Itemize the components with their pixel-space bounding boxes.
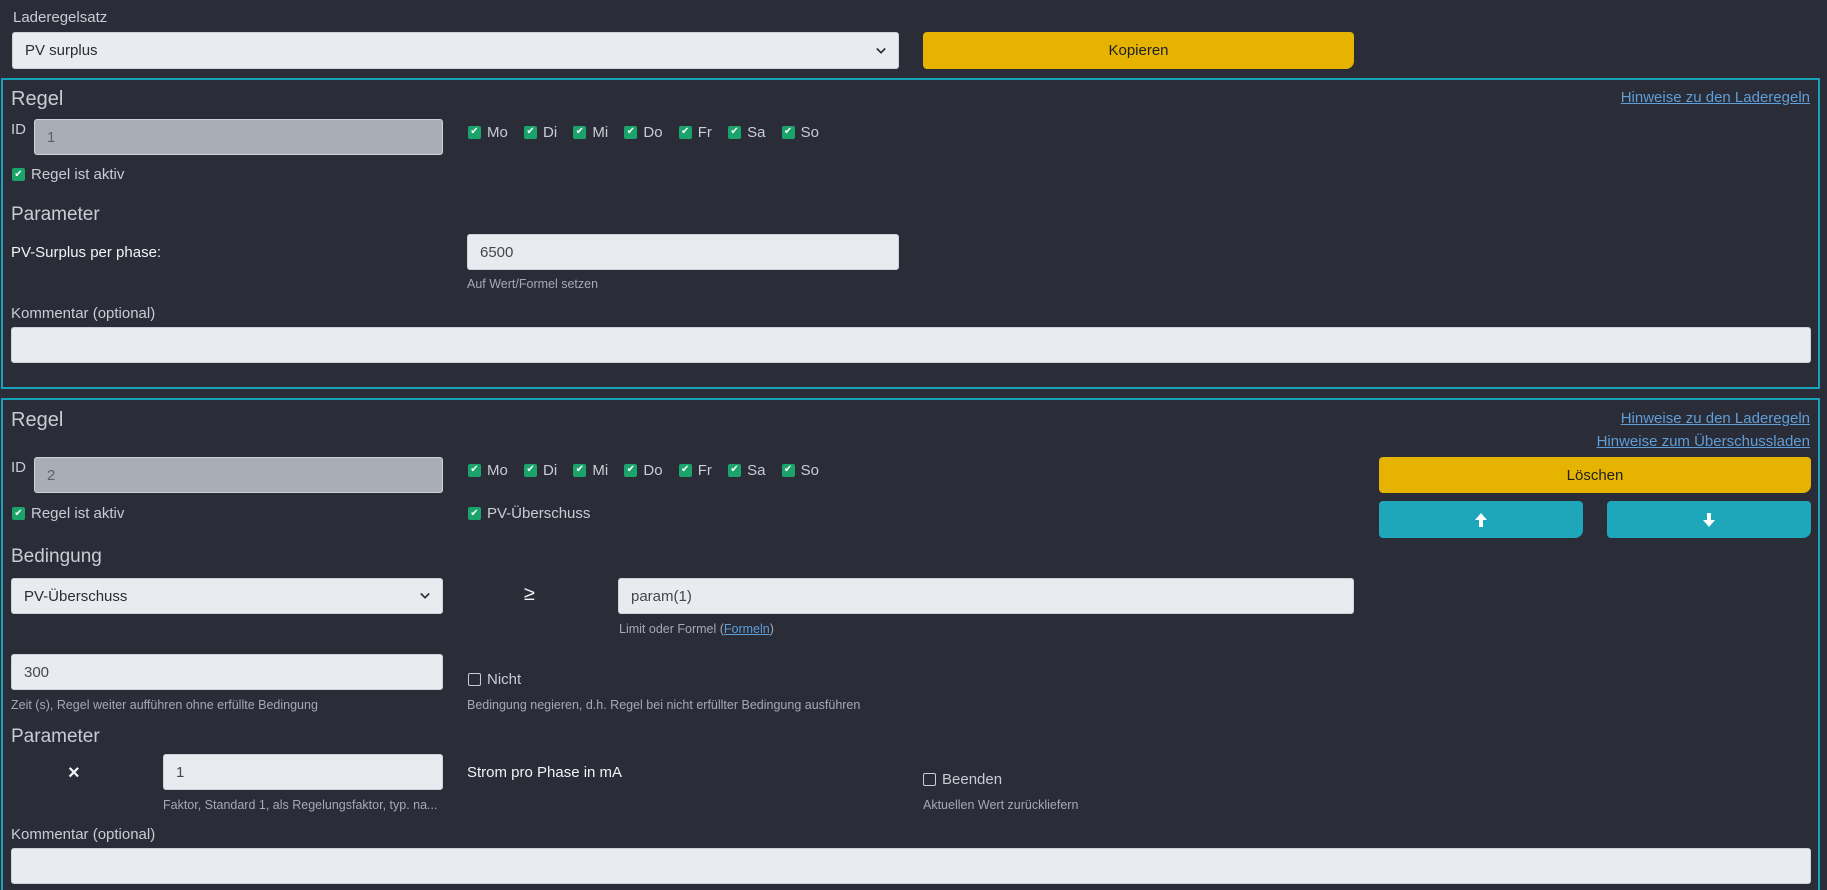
chevron-down-icon	[420, 592, 430, 599]
checkbox-checked-icon	[468, 463, 481, 477]
rule1-id-input[interactable]: 1	[34, 119, 443, 155]
checkbox-checked-icon	[573, 463, 587, 477]
rule1-help-link[interactable]: Hinweise zu den Laderegeln	[1621, 89, 1810, 106]
rule2-comment-input[interactable]	[11, 848, 1811, 884]
arrow-down-icon	[1703, 512, 1715, 527]
factor-input[interactable]: 1	[163, 754, 443, 790]
checkbox-unchecked-icon	[923, 773, 936, 786]
condition-select[interactable]: PV-Überschuss	[11, 578, 443, 614]
checkbox-checked-icon	[781, 463, 795, 477]
not-checkbox[interactable]: Nicht	[468, 671, 521, 688]
checkbox-checked-icon	[624, 125, 638, 139]
not-help: Bedingung negieren, d.h. Regel bei nicht…	[467, 698, 861, 712]
checkbox-checked-icon	[573, 125, 587, 139]
rule1-active-checkbox[interactable]: Regel ist aktiv	[12, 166, 124, 183]
rule1-title: Regel	[11, 88, 64, 110]
rule2-params-title: Parameter	[11, 726, 100, 747]
rule1-days: Mo Di Mi Do Fr Sa So	[468, 121, 831, 141]
checkbox-checked-icon	[468, 125, 481, 139]
multiply-icon: ×	[68, 762, 80, 784]
checkbox-checked-icon	[624, 463, 638, 477]
checkbox-checked-icon	[678, 125, 692, 139]
day-checkbox-fr[interactable]: Fr	[678, 462, 712, 479]
checkbox-checked-icon	[12, 168, 25, 181]
checkbox-checked-icon	[468, 507, 481, 520]
rule1-comment-input[interactable]	[11, 327, 1811, 363]
operator-symbol: ≥	[524, 583, 535, 605]
day-checkbox-mi[interactable]: Mi	[573, 124, 608, 141]
arrow-up-icon	[1475, 512, 1487, 527]
current-label: Strom pro Phase in mA	[467, 764, 623, 781]
checkbox-checked-icon	[12, 507, 25, 520]
condition-value-input[interactable]: param(1)	[618, 578, 1354, 614]
rule2-comment-label: Kommentar (optional)	[11, 826, 156, 843]
rule2-help-link[interactable]: Hinweise zu den Laderegeln	[1621, 410, 1810, 427]
day-checkbox-so[interactable]: So	[781, 462, 819, 479]
rule2-condition-title: Bedingung	[11, 546, 102, 567]
rule2-id-input[interactable]: 2	[34, 457, 443, 493]
day-checkbox-do[interactable]: Do	[624, 462, 663, 479]
rule1-param-label: PV-Surplus per phase:	[11, 244, 162, 261]
end-checkbox[interactable]: Beenden	[923, 771, 1002, 788]
day-checkbox-fr[interactable]: Fr	[678, 124, 712, 141]
time-help: Zeit (s), Regel weiter aufführen ohne er…	[11, 698, 318, 712]
ruleset-selected: PV surplus	[25, 42, 98, 59]
rule2-surplus-help-link[interactable]: Hinweise zum Überschussladen	[1597, 433, 1810, 450]
rule1-id-label: ID	[11, 121, 26, 138]
day-checkbox-mo[interactable]: Mo	[468, 462, 508, 479]
ruleset-select[interactable]: PV surplus	[12, 32, 899, 69]
rule1-id-value: 1	[47, 128, 56, 146]
time-input[interactable]: 300	[11, 654, 443, 690]
rule2-days: Mo Di Mi Do Fr Sa So	[468, 459, 831, 479]
day-checkbox-mi[interactable]: Mi	[573, 462, 608, 479]
copy-button[interactable]: Kopieren	[923, 32, 1354, 69]
factor-help: Faktor, Standard 1, als Regelungsfaktor,…	[163, 798, 438, 812]
move-up-button[interactable]	[1379, 501, 1583, 538]
rule2-title: Regel	[11, 409, 64, 431]
formulas-link[interactable]: Formeln	[724, 622, 770, 636]
end-help: Aktuellen Wert zurückliefern	[923, 798, 1079, 812]
checkbox-checked-icon	[678, 463, 692, 477]
day-checkbox-so[interactable]: So	[781, 124, 819, 141]
day-checkbox-do[interactable]: Do	[624, 124, 663, 141]
rule1-comment-label: Kommentar (optional)	[11, 305, 156, 322]
day-checkbox-sa[interactable]: Sa	[728, 124, 765, 141]
rule1-params-title: Parameter	[11, 204, 100, 225]
day-checkbox-di[interactable]: Di	[524, 462, 557, 479]
checkbox-checked-icon	[728, 125, 742, 139]
chevron-down-icon	[876, 47, 886, 54]
condition-help: Limit oder Formel (Formeln)	[619, 622, 774, 636]
day-checkbox-sa[interactable]: Sa	[728, 462, 765, 479]
checkbox-checked-icon	[524, 125, 538, 139]
checkbox-checked-icon	[728, 463, 742, 477]
checkbox-checked-icon	[781, 125, 795, 139]
delete-button[interactable]: Löschen	[1379, 457, 1811, 493]
rule2-active-checkbox[interactable]: Regel ist aktiv	[12, 505, 124, 522]
move-down-button[interactable]	[1607, 501, 1811, 538]
rule2-id-label: ID	[11, 459, 26, 476]
ruleset-label: Laderegelsatz	[13, 9, 108, 26]
rule1-param-input[interactable]: 6500	[467, 234, 899, 270]
checkbox-checked-icon	[524, 463, 538, 477]
day-checkbox-di[interactable]: Di	[524, 124, 557, 141]
checkbox-unchecked-icon	[468, 673, 481, 686]
rule1-param-help: Auf Wert/Formel setzen	[467, 277, 599, 291]
day-checkbox-mo[interactable]: Mo	[468, 124, 508, 141]
rule2-pv-checkbox[interactable]: PV-Überschuss	[468, 505, 590, 522]
